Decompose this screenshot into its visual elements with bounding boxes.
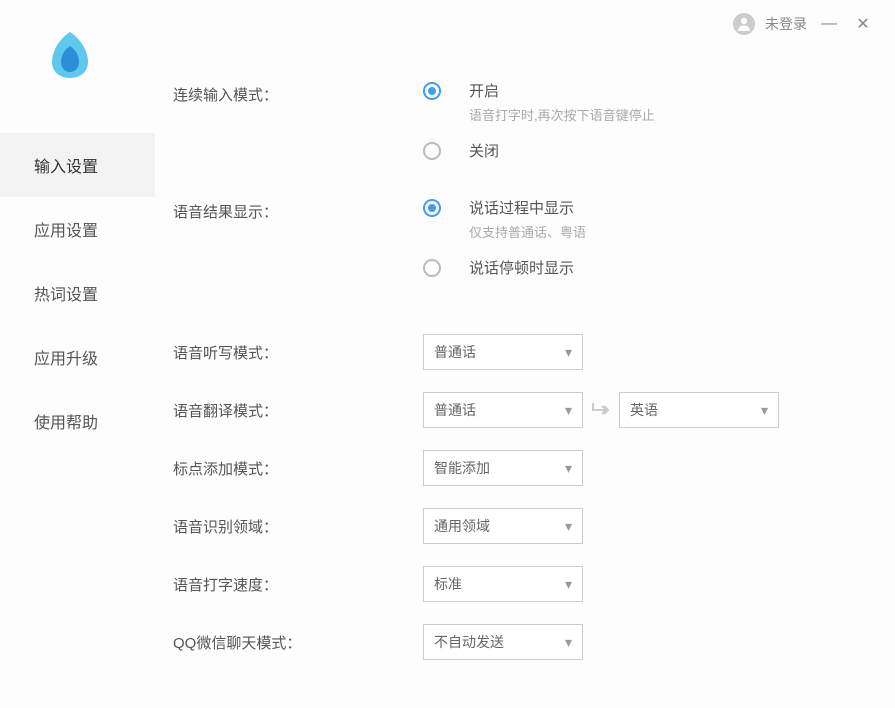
nav-hotword-settings[interactable]: 热词设置 bbox=[0, 261, 155, 325]
row-chat-mode: QQ微信聊天模式： 不自动发送 ▾ bbox=[173, 624, 865, 660]
row-voice-result: 语音结果显示： 说话过程中显示 仅支持普通话、粤语 说话停顿时显示 bbox=[173, 197, 865, 294]
radio-result-pause[interactable]: 说话停顿时显示 bbox=[423, 257, 865, 278]
label-dictation-mode: 语音听写模式： bbox=[173, 334, 423, 363]
nav-label: 输入设置 bbox=[34, 159, 98, 176]
select-dictation-mode[interactable]: 普通话 ▾ bbox=[423, 334, 583, 370]
select-recognition-domain[interactable]: 通用领域 ▾ bbox=[423, 508, 583, 544]
radio-title: 关闭 bbox=[469, 140, 499, 161]
titlebar: 未登录 — ✕ bbox=[713, 0, 895, 48]
nav-app-upgrade[interactable]: 应用升级 bbox=[0, 325, 155, 389]
app-logo bbox=[0, 30, 155, 133]
label-chat-mode: QQ微信聊天模式： bbox=[173, 624, 423, 653]
chevron-down-icon: ▾ bbox=[565, 344, 572, 361]
nav-label: 应用升级 bbox=[34, 351, 98, 368]
avatar-icon[interactable] bbox=[733, 13, 755, 35]
label-translation-mode: 语音翻译模式： bbox=[173, 392, 423, 421]
select-typing-speed[interactable]: 标准 ▾ bbox=[423, 566, 583, 602]
select-translation-from[interactable]: 普通话 ▾ bbox=[423, 392, 583, 428]
row-punctuation-mode: 标点添加模式： 智能添加 ▾ bbox=[173, 450, 865, 486]
close-button[interactable]: ✕ bbox=[851, 12, 875, 36]
select-value: 标准 bbox=[434, 574, 462, 594]
label-punctuation-mode: 标点添加模式： bbox=[173, 450, 423, 479]
login-status[interactable]: 未登录 bbox=[765, 14, 807, 34]
radio-subtitle: 语音打字时,再次按下语音键停止 bbox=[469, 105, 655, 124]
radio-icon bbox=[423, 259, 441, 277]
chevron-down-icon: ▾ bbox=[565, 576, 572, 593]
label-continuous-input: 连续输入模式： bbox=[173, 80, 423, 105]
label-voice-result: 语音结果显示： bbox=[173, 197, 423, 222]
nav-label: 应用设置 bbox=[34, 223, 98, 240]
radio-title: 说话停顿时显示 bbox=[469, 257, 574, 278]
chevron-down-icon: ▾ bbox=[565, 634, 572, 651]
radio-icon bbox=[423, 199, 441, 217]
row-recognition-domain: 语音识别领域： 通用领域 ▾ bbox=[173, 508, 865, 544]
row-typing-speed: 语音打字速度： 标准 ▾ bbox=[173, 566, 865, 602]
minimize-button[interactable]: — bbox=[817, 12, 841, 36]
radio-title: 开启 bbox=[469, 80, 655, 101]
chevron-down-icon: ▾ bbox=[565, 518, 572, 535]
select-punctuation-mode[interactable]: 智能添加 ▾ bbox=[423, 450, 583, 486]
chevron-down-icon: ▾ bbox=[565, 402, 572, 419]
sidebar: 输入设置 应用设置 热词设置 应用升级 使用帮助 bbox=[0, 0, 155, 708]
select-translation-to[interactable]: 英语 ▾ bbox=[619, 392, 779, 428]
radio-continuous-off[interactable]: 关闭 bbox=[423, 140, 865, 161]
select-value: 通用领域 bbox=[434, 516, 490, 536]
nav-label: 使用帮助 bbox=[34, 415, 98, 432]
select-value: 英语 bbox=[630, 400, 658, 420]
nav-label: 热词设置 bbox=[34, 287, 98, 304]
chevron-down-icon: ▾ bbox=[565, 460, 572, 477]
select-value: 普通话 bbox=[434, 400, 476, 420]
settings-content: 连续输入模式： 开启 语音打字时,再次按下语音键停止 关闭 语 bbox=[173, 0, 865, 660]
radio-continuous-on[interactable]: 开启 语音打字时,再次按下语音键停止 bbox=[423, 80, 865, 124]
radio-subtitle: 仅支持普通话、粤语 bbox=[469, 222, 586, 241]
radio-icon bbox=[423, 82, 441, 100]
row-dictation-mode: 语音听写模式： 普通话 ▾ bbox=[173, 334, 865, 370]
label-recognition-domain: 语音识别领域： bbox=[173, 508, 423, 537]
row-translation-mode: 语音翻译模式： 普通话 ▾ 英语 ▾ bbox=[173, 392, 865, 428]
select-chat-mode[interactable]: 不自动发送 ▾ bbox=[423, 624, 583, 660]
arrow-right-icon bbox=[583, 403, 619, 417]
nav-app-settings[interactable]: 应用设置 bbox=[0, 197, 155, 261]
select-value: 智能添加 bbox=[434, 458, 490, 478]
radio-result-during[interactable]: 说话过程中显示 仅支持普通话、粤语 bbox=[423, 197, 865, 241]
nav-input-settings[interactable]: 输入设置 bbox=[0, 133, 155, 197]
radio-title: 说话过程中显示 bbox=[469, 197, 586, 218]
nav-help[interactable]: 使用帮助 bbox=[0, 389, 155, 453]
row-continuous-input: 连续输入模式： 开启 语音打字时,再次按下语音键停止 关闭 bbox=[173, 80, 865, 177]
main-panel: 未登录 — ✕ 连续输入模式： 开启 语音打字时,再次按下语音键停止 关闭 bbox=[155, 0, 895, 708]
select-value: 不自动发送 bbox=[434, 632, 504, 652]
label-typing-speed: 语音打字速度： bbox=[173, 566, 423, 595]
radio-icon bbox=[423, 142, 441, 160]
chevron-down-icon: ▾ bbox=[761, 402, 768, 419]
select-value: 普通话 bbox=[434, 342, 476, 362]
